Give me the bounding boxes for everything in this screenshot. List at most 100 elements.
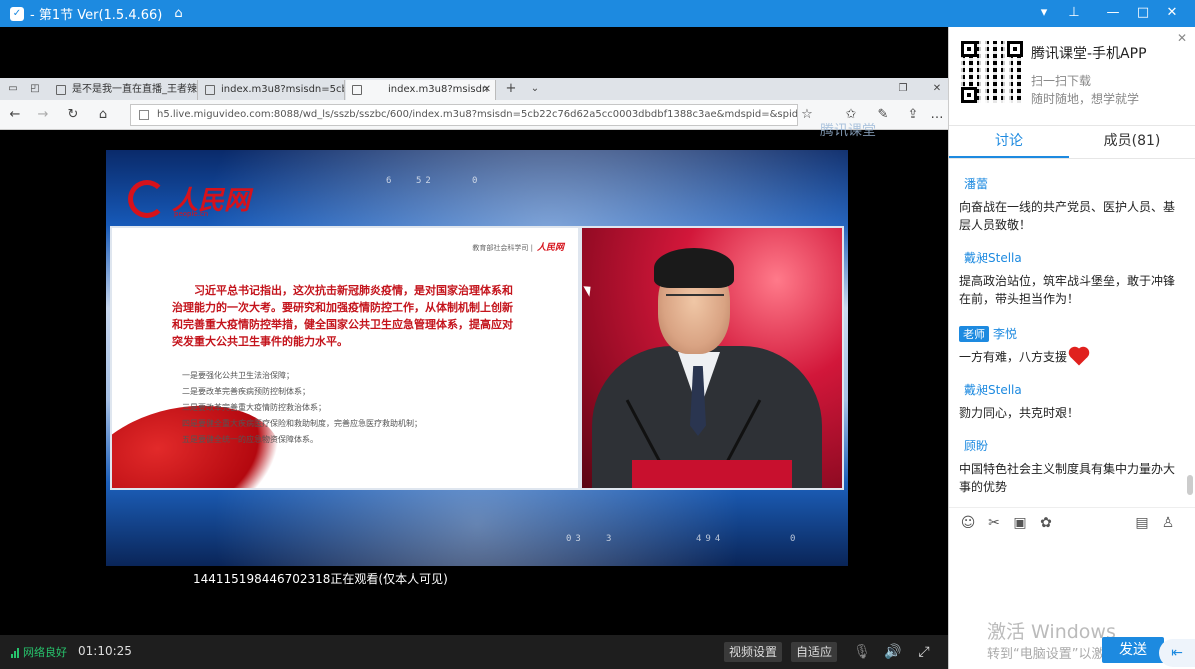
chat-message: 戴昶Stella 勠力同心，共克时艰！	[959, 381, 1179, 422]
favorite-star-icon: ☆	[801, 107, 813, 122]
browser-tab-active: index.m3u8?msisdn ✕	[346, 80, 496, 100]
chat-username[interactable]: 顾盼	[964, 437, 1179, 454]
slide-point: 五是要健全统一的应急物资保障体系。	[182, 435, 318, 444]
signal-icon	[11, 648, 21, 658]
bg-number: 6	[386, 176, 396, 186]
chat-username[interactable]: 潘蕾	[964, 175, 1179, 192]
chevron-down-icon: ⌄	[530, 83, 540, 94]
pin-icon[interactable]: ⊥	[1062, 3, 1086, 23]
new-tab-icon: +	[505, 81, 517, 96]
home-icon[interactable]: ⌂	[174, 6, 182, 21]
scissors-icon[interactable]: ✂	[985, 514, 1003, 532]
chat-scrollbar[interactable]	[1187, 475, 1193, 495]
slide-points: 一是要强化公共卫生法治保障； 二是要改革完善疾病预防控制体系； 三是要改革完善重…	[182, 368, 512, 448]
slide-point: 四是要健全重大疾病医疗保险和救助制度，完善应急医疗救助机制；	[182, 419, 422, 428]
mic-muted-icon[interactable]: 🎙	[852, 642, 872, 662]
slide-point: 一是要强化公共卫生法治保障；	[182, 371, 294, 380]
page-icon	[205, 85, 215, 95]
slide-header: 教育部社会科学司 | 人民网	[472, 243, 564, 253]
minimize-button[interactable]: —	[1101, 3, 1125, 23]
presentation-slide: 教育部社会科学司 | 人民网 习近平总书记指出，这次抗击新冠肺炎疫情，是对国家治理…	[110, 226, 580, 490]
browser-tab: 是不是我一直在直播_王者辣	[50, 80, 198, 100]
back-icon: ←	[9, 107, 21, 122]
chat-message: 顾盼 中国特色社会主义制度具有集中力量办大事的优势	[959, 437, 1179, 496]
close-button[interactable]: ✕	[1160, 3, 1184, 23]
tab-restore-icon: ◰	[30, 83, 40, 94]
app-promo-slogan: 随时随地，想学就学	[1031, 92, 1140, 106]
url-field: h5.live.miguvideo.com:8088/wd_ls/sszb/ss…	[130, 104, 798, 126]
shared-browser: ▭ ◰ 是不是我一直在直播_王者辣 index.m3u8?msisdn=5cb2…	[0, 78, 948, 139]
forward-icon: →	[37, 107, 49, 122]
chat-message: 潘蕾 向奋战在一线的共产党员、医护人员、基层人员致敬！	[959, 175, 1179, 234]
send-button[interactable]: 发送	[1102, 637, 1164, 663]
user-icon[interactable]: ♙	[1159, 514, 1177, 532]
fullscreen-icon[interactable]: ⤢	[914, 642, 934, 662]
browser-close-icon: ✕	[932, 83, 942, 94]
browser-restore-icon: ❐	[898, 83, 908, 94]
logo-swirl-icon	[128, 180, 166, 218]
speaker-glasses	[666, 294, 724, 306]
bg-number: 494	[696, 534, 725, 544]
card-icon[interactable]: ▤	[1133, 514, 1151, 532]
viewer-id-text: 144115198446702318正在观看(仅本人可见)	[193, 572, 448, 586]
image-icon[interactable]: ▣	[1011, 514, 1029, 532]
home-icon: ⌂	[98, 107, 108, 122]
bg-number: 0	[472, 176, 482, 186]
bg-number: 52	[416, 176, 435, 186]
volume-icon[interactable]: 🔊	[883, 642, 903, 662]
chat-text: 勠力同心，共克时艰！	[959, 406, 1080, 420]
people-daily-logo: 人民网 people.cn	[128, 178, 258, 222]
window-title: - 第1节 Ver(1.5.4.66)	[30, 8, 163, 23]
title-bar: ✓ - 第1节 Ver(1.5.4.66) ⌂ ▾ ⊥ — □ ✕	[0, 0, 1195, 27]
tencent-watermark: 腾讯课堂	[820, 123, 876, 139]
reading-icon: ✎	[877, 107, 889, 122]
dropdown-icon[interactable]: ▾	[1032, 3, 1056, 23]
podium	[632, 460, 792, 488]
chat-text: 向奋战在一线的共产党员、医护人员、基层人员致敬！	[959, 200, 1176, 232]
slide-point: 三是要改革完善重大疫情防控救治体系；	[182, 403, 326, 412]
tab-members[interactable]: 成员(81)	[1069, 126, 1195, 158]
chat-username[interactable]: 戴昶Stella	[964, 249, 1179, 266]
slide-quote: 习近平总书记指出，这次抗击新冠肺炎疫情，是对国家治理体系和治理能力的一次大考。要…	[172, 284, 513, 348]
app-promo-title: 腾讯课堂-手机APP	[1031, 46, 1147, 62]
auto-fit-button[interactable]: 自适应	[791, 642, 838, 662]
panel-tabs: 讨论 成员(81)	[949, 125, 1195, 159]
network-status: 网络良好	[23, 646, 67, 659]
bg-number: 03	[566, 534, 585, 544]
tab-list-icon: ▭	[8, 83, 18, 94]
refresh-icon: ↻	[67, 107, 79, 122]
bg-number: 0	[790, 534, 800, 544]
chat-list: 潘蕾 向奋战在一线的共产党员、医护人员、基层人员致敬！ 戴昶Stella 提高政…	[949, 171, 1187, 507]
broadcast-video: 6 52 0 03 3 494 0 人民网 people.cn 教育部社会科学司…	[106, 150, 848, 566]
page-icon	[56, 85, 66, 95]
chat-text: 中国特色社会主义制度具有集中力量办大事的优势	[959, 462, 1176, 494]
page-info-icon	[139, 110, 149, 120]
qr-code	[961, 41, 1023, 103]
side-panel: ✕ 腾讯课堂-手机APP 扫一扫下载 随时随地，想学就学 讨论 成员(81) 潘…	[948, 27, 1195, 669]
page-icon	[352, 85, 362, 95]
emoji-icon[interactable]: ☺	[959, 514, 977, 532]
maximize-button[interactable]: □	[1131, 3, 1155, 23]
teacher-badge: 老师	[959, 326, 989, 342]
heart-icon	[1070, 348, 1088, 366]
chat-message: 戴昶Stella 提高政治站位，筑牢战斗堡垒，敢于冲锋在前，带头担当作为！	[959, 249, 1179, 308]
video-settings-button[interactable]: 视频设置	[724, 642, 783, 662]
tab-close-icon: ✕	[482, 84, 491, 95]
flower-icon[interactable]: ✿	[1037, 514, 1055, 532]
chat-text: 提高政治站位，筑牢战斗堡垒，敢于冲锋在前，带头担当作为！	[959, 274, 1176, 306]
close-icon[interactable]: ✕	[1177, 31, 1187, 45]
chat-message: 老师 李悦 一方有难，八方支援	[959, 323, 1179, 366]
app-window: ✓ - 第1节 Ver(1.5.4.66) ⌂ ▾ ⊥ — □ ✕ ▭ ◰ 是不…	[0, 0, 1195, 669]
browser-address-bar: ← → ↻ ⌂ h5.live.miguvideo.com:8088/wd_ls…	[0, 100, 948, 139]
collapse-arrow-icon[interactable]: ⇤	[1159, 639, 1195, 667]
chat-username[interactable]: 戴昶Stella	[964, 381, 1179, 398]
elapsed-time: 01:10:25	[78, 644, 132, 658]
player-control-bar: 网络良好 01:10:25 视频设置 自适应 🎙 🔊 ⤢	[0, 635, 948, 669]
share-icon: ⇪	[907, 107, 919, 122]
more-icon: …	[930, 107, 944, 122]
slide-point: 二是要改革完善疾病预防控制体系；	[182, 387, 310, 396]
speaker-video	[580, 226, 844, 490]
chat-text: 一方有难，八方支援	[959, 348, 1179, 366]
tab-discussion[interactable]: 讨论	[949, 126, 1069, 158]
chat-username[interactable]: 李悦	[993, 327, 1017, 341]
